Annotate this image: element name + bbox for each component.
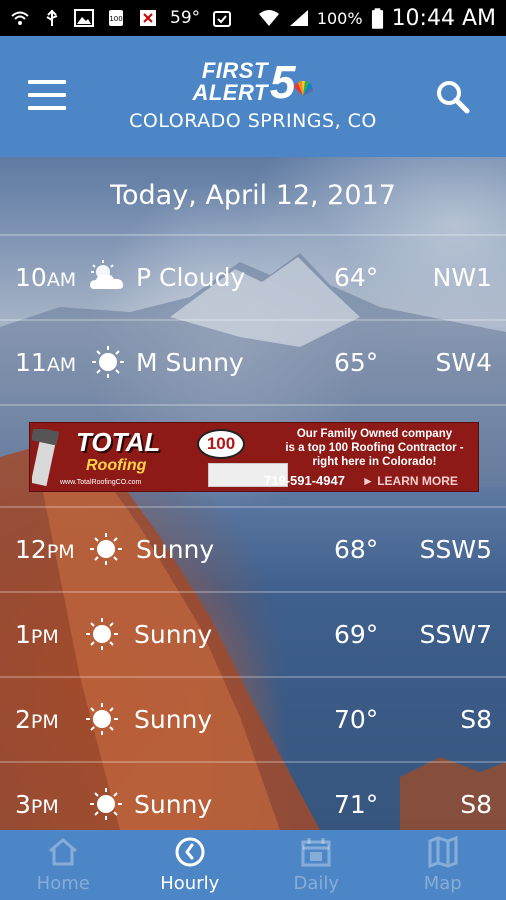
hour-wind: NW1 xyxy=(432,262,492,292)
logo-first: FIRST xyxy=(201,58,268,83)
hour-row[interactable]: 11AM M Sunny 65° SW4 xyxy=(0,320,506,404)
hour-wind: SW4 xyxy=(435,347,493,377)
sun-icon xyxy=(90,533,122,565)
nav-label: Daily xyxy=(293,873,340,894)
hour-condition: Sunny xyxy=(134,619,213,649)
status-temperature: 59° xyxy=(170,8,201,28)
nav-label: Hourly xyxy=(160,873,220,894)
hour-wind: SSW7 xyxy=(419,619,492,649)
ad-website: www.TotalRoofingCO.com xyxy=(60,479,142,486)
clipboard-check-icon xyxy=(213,11,232,27)
app-header: FIRST ALERT 5 COLORADO SPRINGS, CO xyxy=(0,36,506,157)
logo-alert: ALERT xyxy=(192,80,268,105)
map-icon xyxy=(428,835,458,869)
hour-row[interactable]: 1PM Sunny 69° SSW7 xyxy=(0,592,506,676)
ad-phone: 719-591-4947 xyxy=(264,473,345,488)
hour-time: 1PM xyxy=(15,619,59,649)
nav-label: Map xyxy=(423,873,462,894)
nav-daily[interactable]: Daily xyxy=(253,830,380,900)
clock-icon xyxy=(175,837,205,867)
hour-time: 3PM xyxy=(15,789,59,819)
station-logo: FIRST ALERT 5 xyxy=(0,58,506,105)
signal-icon xyxy=(289,10,308,26)
hour-condition: P Cloudy xyxy=(136,262,246,292)
calendar-icon xyxy=(301,838,331,867)
hour-time: 12PM xyxy=(15,534,75,564)
hour-condition: Sunny xyxy=(134,789,213,819)
hour-condition: Sunny xyxy=(136,534,215,564)
hour-time: 11AM xyxy=(15,347,77,377)
hour-row[interactable]: 10AM P Cloudy 64° NW1 xyxy=(0,235,506,319)
ad-badge: 100 xyxy=(197,429,245,459)
sun-icon xyxy=(90,788,122,820)
ad-banner[interactable]: TOTAL Roofing www.TotalRoofingCO.com 100… xyxy=(29,422,479,492)
home-icon xyxy=(49,838,78,866)
hour-temperature: 68° xyxy=(334,534,379,564)
nav-home[interactable]: Home xyxy=(0,830,127,900)
ad-brand-sub: Roofing xyxy=(86,457,147,474)
svg-text:100: 100 xyxy=(109,15,122,23)
hour-temperature: 71° xyxy=(334,789,379,819)
ad-headline: Our Family Owned company is a top 100 Ro… xyxy=(285,428,464,468)
mostly-sunny-icon xyxy=(92,346,124,378)
status-bar: 100 59° 100% 10:44 AM xyxy=(0,0,506,36)
ad-learn-more[interactable]: ► LEARN MORE xyxy=(362,474,458,488)
battery-icon xyxy=(371,7,383,29)
search-icon[interactable] xyxy=(434,78,472,116)
battery-percent: 100% xyxy=(316,8,363,28)
hour-temperature: 64° xyxy=(334,262,379,292)
partly-cloudy-icon xyxy=(90,260,124,289)
location-label: COLORADO SPRINGS, CO xyxy=(129,110,377,132)
wifi-hotspot-icon xyxy=(11,11,29,25)
nav-hourly[interactable]: Hourly xyxy=(127,830,254,900)
battery-saver-icon: 100 xyxy=(109,10,123,26)
divider xyxy=(0,404,506,406)
peacock-icon xyxy=(293,81,313,96)
hour-time: 2PM xyxy=(15,704,59,734)
sun-icon xyxy=(86,618,118,650)
wifi-icon xyxy=(258,10,279,26)
sun-icon xyxy=(86,703,118,735)
hour-temperature: 69° xyxy=(334,619,379,649)
hour-time: 10AM xyxy=(15,262,77,292)
hour-wind: SSW5 xyxy=(419,534,492,564)
usb-icon xyxy=(46,9,58,26)
hour-row[interactable]: 3PM Sunny 71° S8 xyxy=(0,762,506,830)
bottom-navigation: Home Hourly Daily Map xyxy=(0,830,506,900)
forecast-date: Today, April 12, 2017 xyxy=(110,180,396,211)
nav-map[interactable]: Map xyxy=(380,830,506,900)
hour-row[interactable]: 12PM Sunny 68° SSW5 xyxy=(0,507,506,591)
hour-condition: M Sunny xyxy=(136,347,244,377)
hour-temperature: 70° xyxy=(334,704,379,734)
nav-label: Home xyxy=(36,873,90,894)
status-time: 10:44 AM xyxy=(391,5,496,31)
ad-brand: TOTAL xyxy=(76,427,161,457)
hour-wind: S8 xyxy=(460,704,492,734)
hour-row[interactable]: 2PM Sunny 70° S8 xyxy=(0,677,506,761)
hour-condition: Sunny xyxy=(134,704,213,734)
hour-wind: S8 xyxy=(460,789,492,819)
image-icon xyxy=(74,9,94,27)
hour-temperature: 65° xyxy=(334,347,379,377)
hourly-forecast[interactable]: Today, April 12, 2017 10AM P Cloudy 64° … xyxy=(0,157,506,830)
blocked-icon xyxy=(140,10,156,26)
